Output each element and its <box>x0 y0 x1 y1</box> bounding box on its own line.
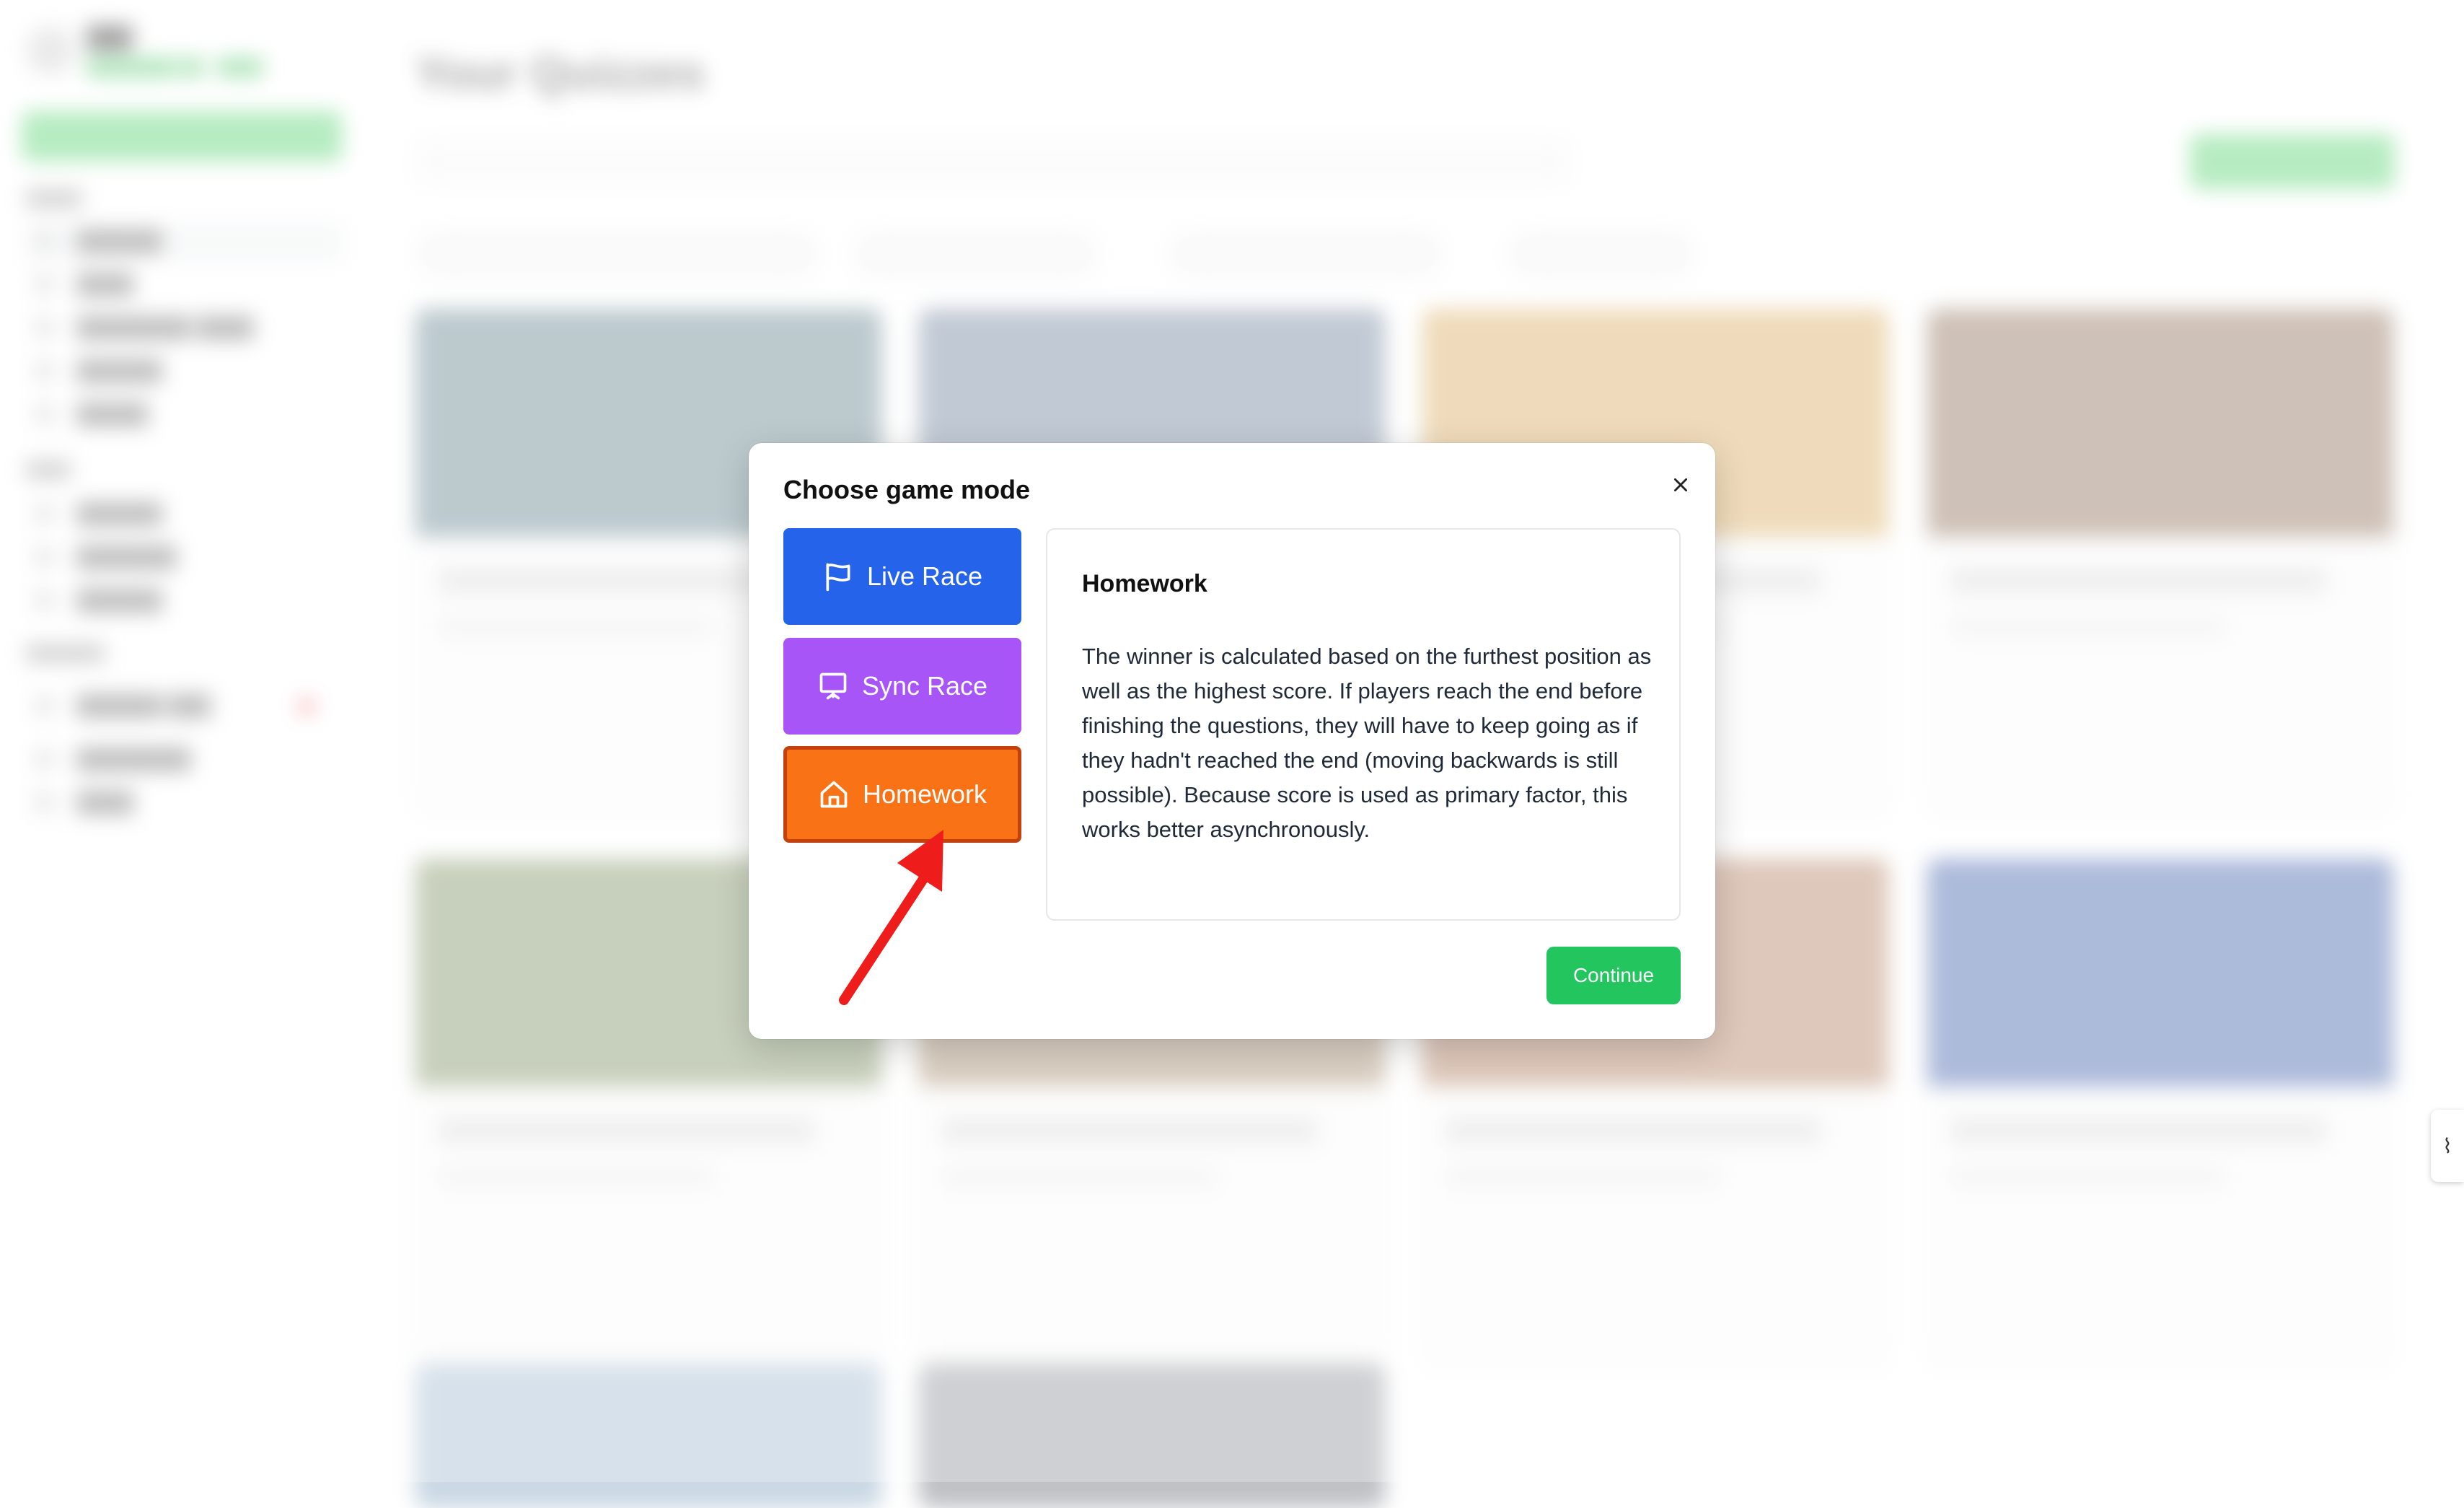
annotation-arrow <box>839 830 943 1005</box>
